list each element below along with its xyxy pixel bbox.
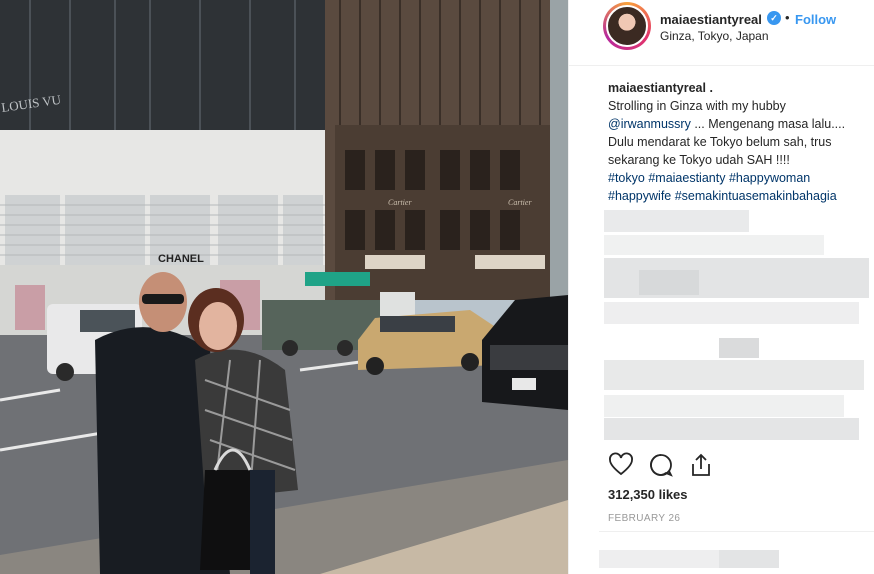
post-sidebar: maiaestiantyreal ✓ • Follow Ginza, Tokyo… <box>568 0 874 574</box>
verified-badge-icon: ✓ <box>767 11 781 25</box>
separator-dot: • <box>785 10 790 25</box>
post-photo[interactable]: CHANEL LOUIS VU Cartier Cartier <box>0 0 568 574</box>
post-date[interactable]: FEBRUARY 26 <box>608 513 680 524</box>
street-scene-image: CHANEL LOUIS VU Cartier Cartier <box>0 0 568 574</box>
caption-username[interactable]: maiaestiantyreal . <box>608 79 870 97</box>
hashtag-link[interactable]: #happywife <box>608 189 671 203</box>
avatar-story-ring[interactable] <box>603 2 651 50</box>
hashtag-link[interactable]: #maiaestianty <box>648 171 725 185</box>
post-caption: maiaestiantyreal . Strolling in Ginza wi… <box>608 79 870 205</box>
hashtag-link[interactable]: #semakintuasemakinbahagia <box>675 189 837 203</box>
post-header: maiaestiantyreal ✓ • Follow Ginza, Tokyo… <box>569 0 874 66</box>
caption-text-line2: ... Mengenang masa lalu.... <box>690 117 846 131</box>
mention-link[interactable]: @irwanmussry <box>608 117 691 131</box>
hashtag-link[interactable]: #tokyo <box>608 171 645 185</box>
avatar[interactable] <box>606 5 648 47</box>
chanel-sign: CHANEL <box>158 253 204 265</box>
cartier-sign-right: Cartier <box>508 198 532 207</box>
share-icon[interactable] <box>688 452 714 478</box>
divider <box>599 531 874 532</box>
caption-text-line3: Dulu mendarat ke Tokyo belum sah, trus s… <box>608 135 832 167</box>
location-link[interactable]: Ginza, Tokyo, Japan <box>660 29 769 43</box>
comment-icon[interactable] <box>648 452 674 478</box>
username-link[interactable]: maiaestiantyreal <box>660 12 762 27</box>
follow-button[interactable]: Follow <box>795 12 836 27</box>
hashtag-link[interactable]: #happywoman <box>729 171 810 185</box>
blurred-comment-input <box>599 548 799 570</box>
blurred-comments <box>599 210 869 440</box>
caption-text-line1: Strolling in Ginza with my hubby <box>608 99 786 113</box>
likes-count[interactable]: 312,350 likes <box>608 487 688 502</box>
cartier-sign-left: Cartier <box>388 198 412 207</box>
heart-icon[interactable] <box>608 452 634 478</box>
